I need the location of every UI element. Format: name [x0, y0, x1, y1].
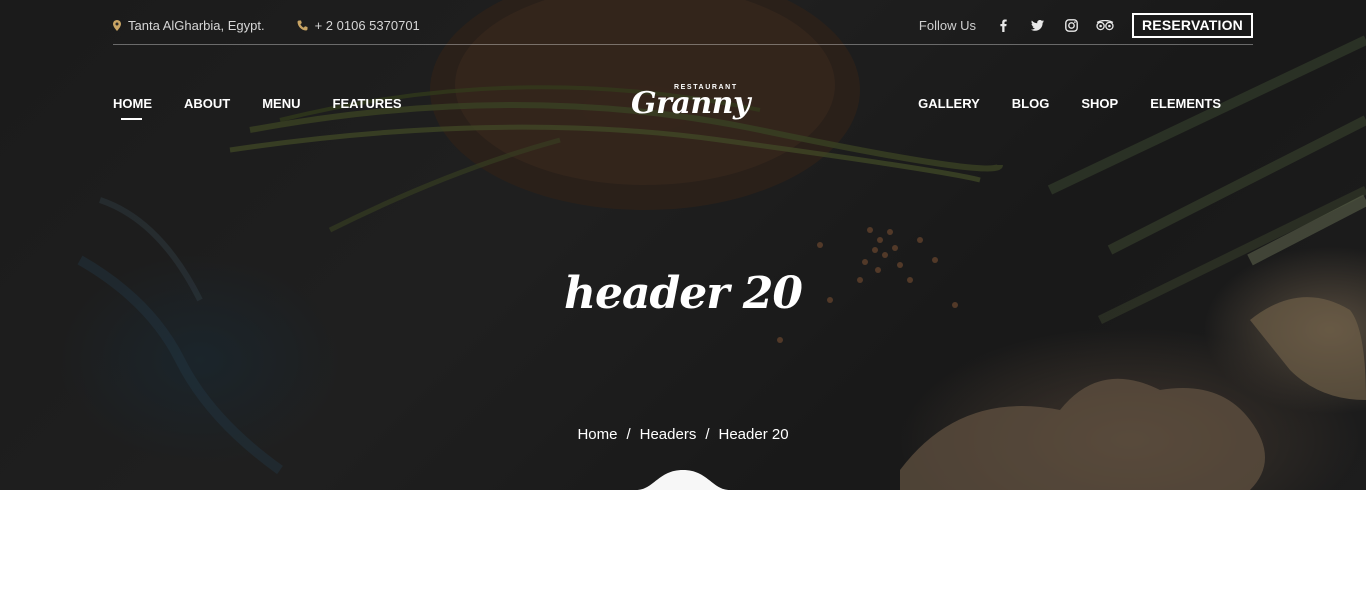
nav-item-features[interactable]: FEATURES: [333, 94, 402, 114]
nav-item-shop[interactable]: SHOP: [1081, 94, 1118, 114]
breadcrumb-separator: /: [626, 426, 631, 443]
breadcrumb: Home / Headers / Header 20: [0, 426, 1366, 443]
nav-right-group: GALLERY BLOG SHOP ELEMENTS: [886, 94, 1221, 114]
logo-wordmark: Granny: [631, 86, 750, 121]
breadcrumb-separator: /: [705, 426, 710, 443]
site-logo[interactable]: RESTAURANT Granny: [631, 82, 750, 126]
nav-item-blog[interactable]: BLOG: [1012, 94, 1050, 114]
hero-banner: Tanta AlGharbia, Egypt. + 2 0106 5370701…: [0, 0, 1366, 490]
reservation-button[interactable]: RESERVATION: [1132, 12, 1253, 38]
hero-background-image: [0, 0, 1366, 490]
phone-item: + 2 0106 5370701: [297, 18, 420, 33]
breadcrumb-headers[interactable]: Headers: [640, 426, 697, 443]
map-marker-icon: [113, 19, 121, 31]
follow-label: Follow Us: [918, 17, 976, 33]
nav-item-home[interactable]: HOME: [113, 94, 152, 120]
nav-item-about[interactable]: ABOUT: [184, 94, 230, 114]
address-text: Tanta AlGharbia, Egypt.: [128, 17, 265, 33]
nav-item-menu[interactable]: MENU: [262, 94, 300, 114]
social-area: Follow Us RESERVATION: [919, 11, 1253, 39]
twitter-icon[interactable]: [1020, 11, 1054, 39]
facebook-icon[interactable]: [986, 11, 1020, 39]
scroll-down-bump[interactable]: [636, 468, 730, 490]
topbar-divider: [113, 44, 1253, 45]
breadcrumb-current: Header 20: [718, 426, 789, 443]
phone-icon: [297, 20, 308, 30]
instagram-icon[interactable]: [1054, 11, 1088, 39]
phone-text[interactable]: + 2 0106 5370701: [315, 18, 420, 33]
nav-item-gallery[interactable]: GALLERY: [918, 94, 980, 114]
nav-left-group: HOME ABOUT MENU FEATURES: [113, 94, 434, 120]
contact-info: Tanta AlGharbia, Egypt. + 2 0106 5370701: [113, 11, 452, 39]
breadcrumb-home[interactable]: Home: [577, 426, 617, 443]
top-bar: Tanta AlGharbia, Egypt. + 2 0106 5370701…: [113, 11, 1253, 39]
nav-item-elements[interactable]: ELEMENTS: [1150, 94, 1221, 114]
address-item: Tanta AlGharbia, Egypt.: [113, 18, 265, 33]
tripadvisor-icon[interactable]: [1088, 11, 1122, 39]
page-title: header 20: [564, 268, 803, 319]
